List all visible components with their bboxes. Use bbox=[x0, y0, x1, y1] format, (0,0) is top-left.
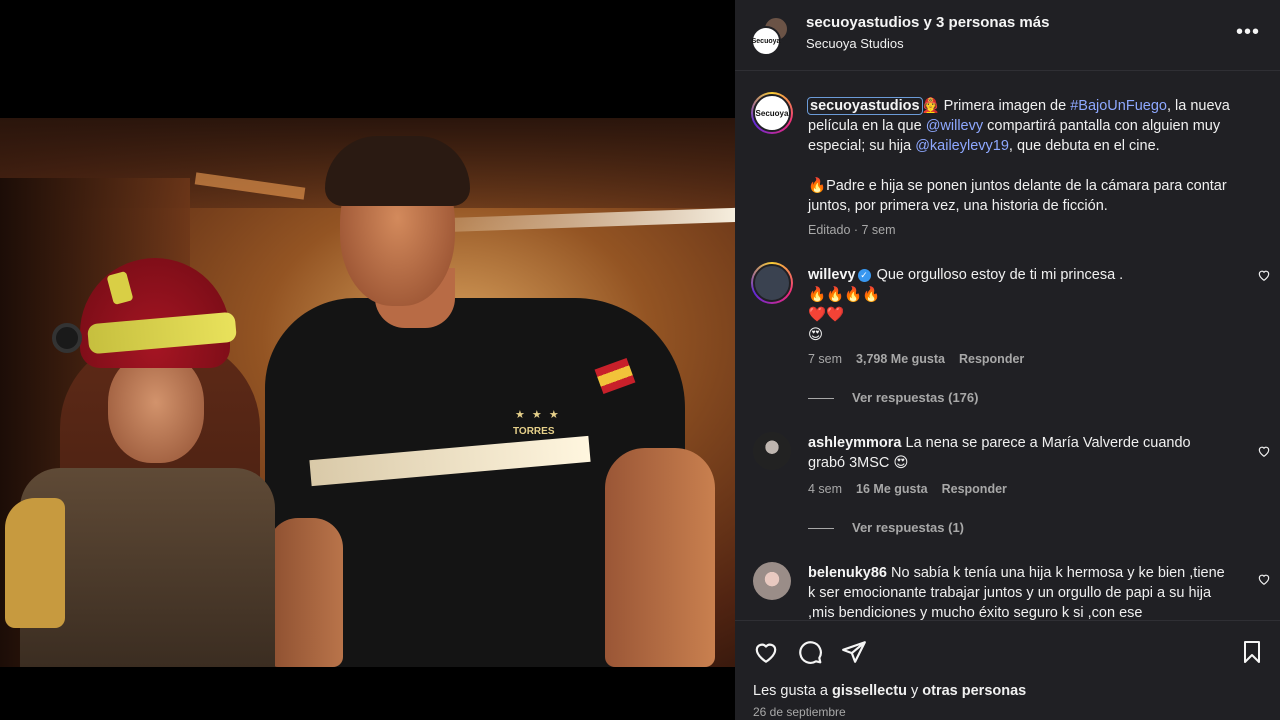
caption-meta: Editado · 7 sem bbox=[808, 223, 896, 237]
badge-name: TORRES bbox=[513, 426, 555, 437]
comment-like-heart-icon[interactable] bbox=[1257, 572, 1271, 586]
header-subtitle[interactable]: Secuoya Studios bbox=[806, 36, 904, 51]
post-date: 26 de septiembre bbox=[753, 705, 846, 719]
caption-mention-kaileylevy[interactable]: @kaileylevy19 bbox=[915, 138, 1009, 154]
comment-reply-button[interactable]: Responder bbox=[959, 352, 1024, 366]
likes-prefix: Les gusta a bbox=[753, 683, 832, 699]
name-badge: ★ ★ ★ TORRES bbox=[475, 408, 565, 448]
comment-text: ashleymmora La nena se parece a María Va… bbox=[808, 433, 1228, 473]
comment-likes[interactable]: 3,798 Me gusta bbox=[856, 352, 945, 366]
comment-emoji-line: 😍 bbox=[808, 327, 824, 343]
caption-fire-emoji: 🔥 bbox=[808, 178, 827, 194]
comment-reply-button[interactable]: Responder bbox=[942, 482, 1007, 496]
firefighter-arm-right bbox=[605, 448, 715, 667]
caption-hashtag[interactable]: #BajoUnFuego bbox=[1070, 98, 1167, 114]
comment-age: 4 sem bbox=[808, 482, 843, 496]
replies-line bbox=[808, 398, 834, 400]
post-side-panel: Secuoya secuoyastudios y 3 personas más … bbox=[735, 0, 1280, 720]
helmet-lamp bbox=[52, 323, 82, 353]
view-replies-button[interactable]: Ver respuestas (1) bbox=[808, 520, 964, 535]
likes-user[interactable]: gissellectu bbox=[832, 683, 907, 699]
comment-text: belenuky86 No sabía k tenía una hija k h… bbox=[808, 563, 1228, 620]
post-header: Secuoya secuoyastudios y 3 personas más … bbox=[735, 0, 1280, 71]
caption-avatar[interactable]: Secuoya bbox=[751, 92, 793, 134]
caption-text-5: Padre e hija se ponen juntos delante de … bbox=[808, 178, 1227, 214]
verified-badge-icon: ✓ bbox=[857, 269, 871, 282]
collab-avatar-primary: Secuoya bbox=[751, 26, 781, 56]
comment-likes[interactable]: 16 Me gusta bbox=[856, 482, 928, 496]
comment-item: ashleymmora La nena se parece a María Va… bbox=[751, 432, 1271, 542]
firefighter-arm-left bbox=[268, 518, 343, 667]
likes-summary[interactable]: Les gusta a gissellectu y otras personas bbox=[753, 683, 1026, 699]
comment-body: Que orgulloso estoy de ti mi princesa . bbox=[872, 267, 1124, 283]
comment-avatar[interactable] bbox=[751, 262, 793, 304]
post-actions-bar: Les gusta a gissellectu y otras personas… bbox=[735, 620, 1280, 720]
comments-scroll[interactable]: Secuoya secuoyastudios 🧑‍🚒 Primera imagen… bbox=[735, 72, 1280, 620]
comment-avatar[interactable] bbox=[753, 432, 791, 470]
comment-meta: 7 sem 3,798 Me gusta Responder bbox=[808, 352, 1024, 366]
comment-username[interactable]: willevy bbox=[808, 267, 856, 283]
comment-emoji-line: ❤️❤️ bbox=[808, 307, 845, 323]
collab-avatars[interactable]: Secuoya bbox=[751, 16, 791, 56]
save-bookmark-icon[interactable] bbox=[1240, 639, 1264, 665]
caption-text-4: , que debuta en el cine. bbox=[1008, 138, 1160, 154]
header-account-link[interactable]: secuoyastudios bbox=[806, 14, 919, 31]
replies-line bbox=[808, 528, 834, 530]
caption-text: secuoyastudios 🧑‍🚒 Primera imagen de #Baj… bbox=[807, 96, 1258, 216]
caption-text-1: Primera imagen de bbox=[939, 98, 1071, 114]
firefighter-hair bbox=[325, 136, 470, 206]
more-options-icon[interactable]: ••• bbox=[1236, 22, 1260, 42]
post-media: ★ ★ ★ TORRES bbox=[0, 0, 735, 720]
comment-like-heart-icon[interactable] bbox=[1257, 444, 1271, 458]
comment-meta: 4 sem 16 Me gusta Responder bbox=[808, 482, 1007, 496]
caption-mention-willevy[interactable]: @willevy bbox=[926, 118, 983, 134]
caption-username[interactable]: secuoyastudios bbox=[807, 97, 923, 115]
caption-emoji: 🧑‍🚒 bbox=[921, 98, 940, 114]
comment-age: 7 sem bbox=[808, 352, 843, 366]
action-icons bbox=[753, 639, 867, 665]
post-photo[interactable]: ★ ★ ★ TORRES bbox=[0, 118, 735, 667]
comment-emoji-line: 🔥🔥🔥🔥 bbox=[808, 287, 881, 303]
comment-text: willevy ✓ Que orgulloso estoy de ti mi pr… bbox=[808, 265, 1228, 345]
header-collaborators[interactable]: y 3 personas más bbox=[919, 14, 1050, 31]
girl-shirt bbox=[5, 498, 65, 628]
like-heart-icon[interactable] bbox=[753, 639, 779, 665]
comment-bubble-icon[interactable] bbox=[797, 639, 823, 665]
likes-mid: y bbox=[906, 683, 923, 699]
comment-username[interactable]: ashleymmora bbox=[808, 435, 902, 451]
share-paper-plane-icon[interactable] bbox=[841, 639, 867, 665]
comment-avatar[interactable] bbox=[753, 562, 791, 600]
girl-face bbox=[108, 353, 204, 463]
view-replies-label: Ver respuestas (176) bbox=[852, 390, 979, 405]
comment-username[interactable]: belenuky86 bbox=[808, 565, 887, 581]
likes-others[interactable]: otras personas bbox=[922, 683, 1026, 699]
comment-like-heart-icon[interactable] bbox=[1257, 268, 1271, 282]
view-replies-label: Ver respuestas (1) bbox=[852, 520, 965, 535]
photo-light-beam bbox=[439, 207, 735, 233]
post-header-title: secuoyastudios y 3 personas más bbox=[806, 14, 1049, 31]
badge-stars: ★ ★ ★ bbox=[515, 409, 561, 421]
avatar-logo-text: Secuoya bbox=[751, 37, 781, 45]
view-replies-button[interactable]: Ver respuestas (176) bbox=[808, 390, 978, 405]
caption-avatar-text: Secuoya bbox=[755, 108, 789, 118]
comment-item: belenuky86 No sabía k tenía una hija k h… bbox=[751, 562, 1271, 620]
comment-item: willevy ✓ Que orgulloso estoy de ti mi pr… bbox=[751, 262, 1271, 412]
